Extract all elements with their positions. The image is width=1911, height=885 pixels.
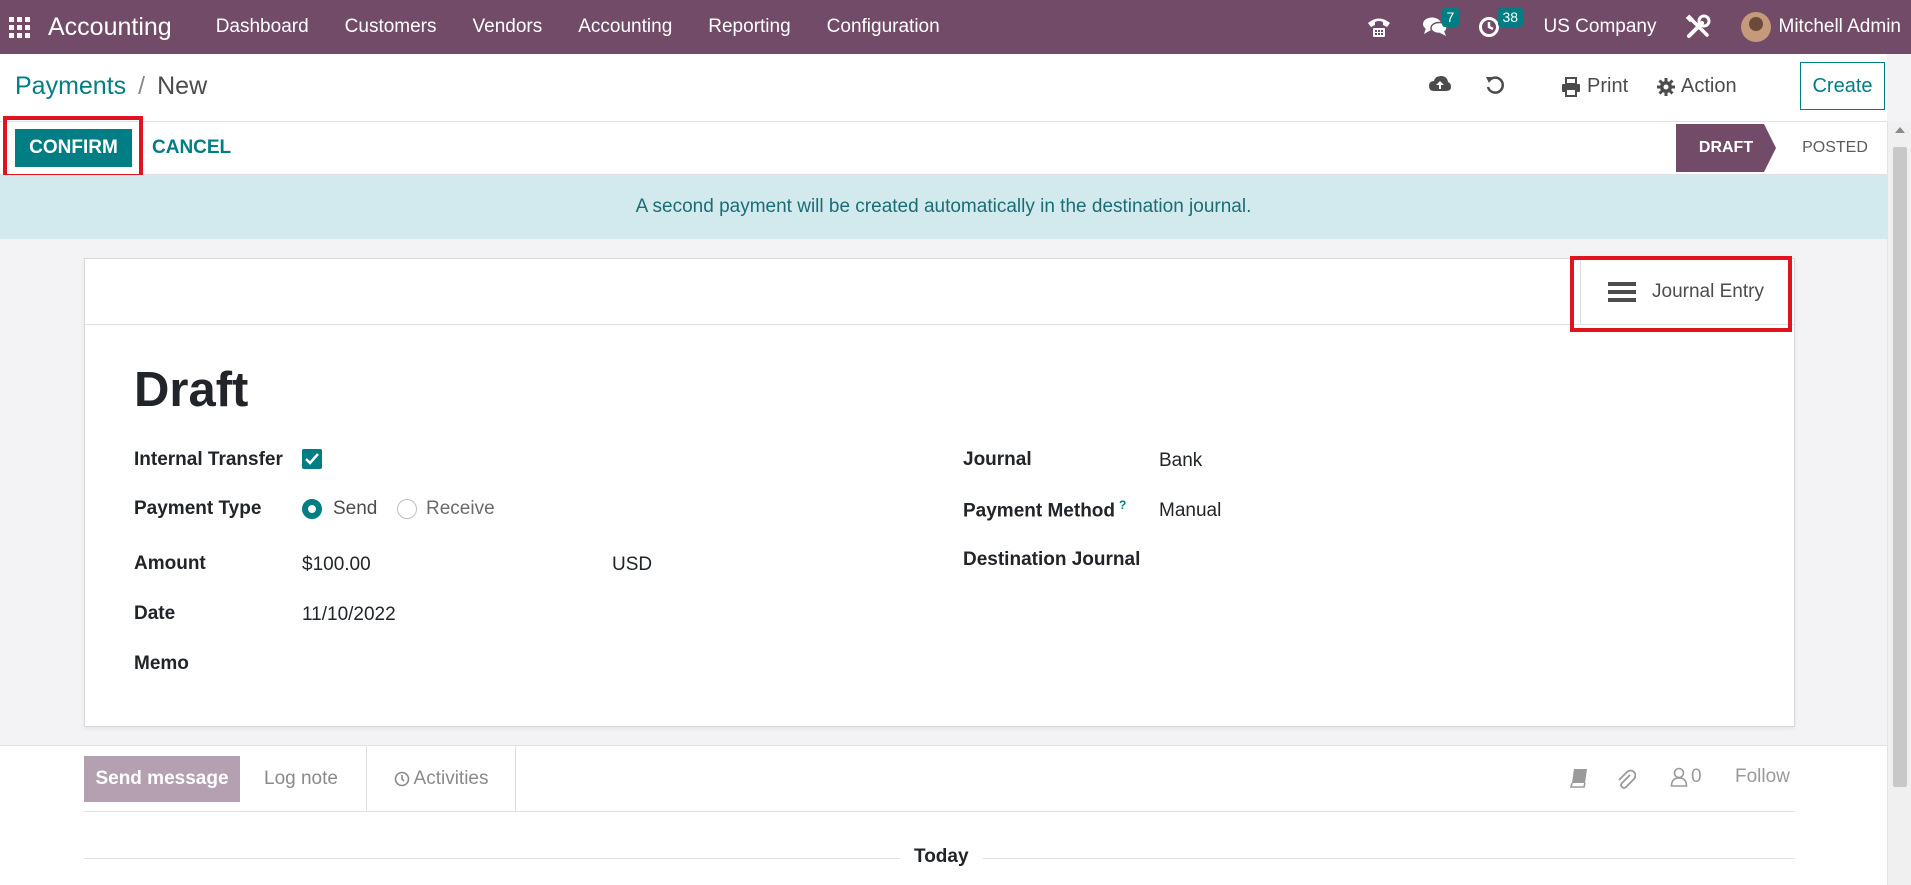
follow-button[interactable]: Follow: [1735, 766, 1790, 788]
payment-method-label-text: Payment Method: [963, 500, 1116, 522]
status-bar: CONFIRM CANCEL DRAFT POSTED: [0, 116, 1887, 178]
breadcrumb-current: New: [157, 72, 208, 100]
check-icon: [305, 453, 319, 465]
internal-transfer-checkbox[interactable]: [302, 449, 322, 469]
breadcrumb-separator: /: [138, 72, 146, 100]
date-field[interactable]: 11/10/2022: [302, 604, 396, 626]
activities-label: Activities: [413, 768, 489, 789]
print-button[interactable]: Print: [1561, 75, 1628, 98]
user-name: Mitchell Admin: [1778, 16, 1902, 37]
memo-label: Memo: [134, 653, 189, 674]
activities-badge: 38: [1497, 8, 1524, 27]
alert-text: A second payment will be created automat…: [635, 196, 1252, 217]
breadcrumb: Payments / New: [15, 72, 207, 101]
amount-field[interactable]: $100.00: [302, 554, 371, 576]
menu-customers[interactable]: Customers: [327, 0, 455, 54]
clock-icon: [394, 771, 409, 787]
form-sheet: Journal Entry Draft Internal Transfer Pa…: [84, 256, 1795, 727]
menu-configuration[interactable]: Configuration: [809, 0, 958, 54]
action-button[interactable]: Action: [1657, 75, 1737, 98]
followers-count: 0: [1691, 766, 1702, 787]
avatar: [1740, 12, 1771, 42]
currency-field[interactable]: USD: [612, 554, 652, 576]
cloud-upload-icon[interactable]: [1428, 74, 1452, 101]
menu-accounting[interactable]: Accounting: [560, 0, 690, 54]
payment-type-receive-label: Receive: [426, 498, 495, 519]
internal-transfer-label: Internal Transfer: [134, 449, 283, 470]
messages-button[interactable]: 7: [1422, 8, 1460, 38]
activities-button[interactable]: 38: [1478, 8, 1524, 38]
undo-icon[interactable]: [1484, 74, 1506, 101]
top-navbar: Accounting Dashboard Customers Vendors A…: [0, 0, 1911, 54]
page-scrollbar[interactable]: [1887, 122, 1911, 885]
memo-field[interactable]: [302, 653, 802, 677]
clock-icon: [1478, 17, 1499, 37]
stage-draft[interactable]: DRAFT: [1676, 124, 1776, 172]
smart-button-box: Journal Entry: [85, 256, 1794, 332]
activities-button[interactable]: Activities: [366, 746, 516, 812]
gear-icon: [1657, 77, 1675, 96]
create-button[interactable]: Create: [1800, 62, 1885, 110]
chatter: Send message Log note Activities 0 Follo…: [0, 745, 1887, 885]
payment-type-receive-radio[interactable]: [397, 499, 417, 519]
payment-type-send-label: Send: [333, 498, 378, 519]
today-label: Today: [900, 846, 983, 868]
journal-entry-button[interactable]: Journal Entry: [1580, 259, 1793, 325]
control-panel: Payments / New Print Action Create: [0, 54, 1887, 122]
book-icon[interactable]: [1569, 768, 1588, 793]
apps-menu-icon[interactable]: [8, 16, 30, 38]
log-note-button[interactable]: Log note: [264, 756, 338, 802]
amount-label: Amount: [134, 553, 206, 574]
payment-method-label: Payment Method?: [963, 498, 1126, 522]
help-tooltip-icon[interactable]: ?: [1119, 498, 1126, 512]
payment-type-send-radio[interactable]: [302, 499, 322, 519]
date-label: Date: [134, 603, 176, 624]
stage-posted[interactable]: POSTED: [1790, 124, 1880, 172]
destination-journal-field[interactable]: [1159, 549, 1719, 573]
list-icon: [1608, 282, 1636, 302]
tools-icon[interactable]: [1685, 14, 1711, 40]
followers-button[interactable]: 0: [1670, 766, 1702, 788]
action-label: Action: [1681, 75, 1737, 97]
journal-field[interactable]: Bank: [1159, 450, 1202, 472]
breadcrumb-payments[interactable]: Payments: [15, 72, 126, 101]
payment-method-field[interactable]: Manual: [1159, 500, 1221, 522]
confirm-button[interactable]: CONFIRM: [15, 129, 132, 167]
app-name[interactable]: Accounting: [48, 13, 172, 42]
messages-badge: 7: [1441, 8, 1460, 27]
paperclip-icon[interactable]: [1616, 768, 1637, 795]
print-label: Print: [1587, 75, 1629, 97]
journal-label: Journal: [963, 449, 1032, 470]
menu-dashboard[interactable]: Dashboard: [198, 0, 327, 54]
cancel-button[interactable]: CANCEL: [152, 129, 231, 167]
company-switcher[interactable]: US Company: [1544, 16, 1657, 38]
print-icon: [1562, 76, 1580, 97]
record-title: Draft: [134, 363, 249, 417]
payment-type-label: Payment Type: [134, 498, 262, 519]
chatter-topbar: Send message Log note Activities 0 Follo…: [84, 746, 1795, 812]
info-alert: A second payment will be created automat…: [0, 175, 1887, 239]
destination-journal-label: Destination Journal: [963, 549, 1141, 570]
menu-vendors[interactable]: Vendors: [455, 0, 561, 54]
phone-icon[interactable]: [1366, 15, 1392, 39]
send-message-button[interactable]: Send message: [84, 756, 240, 802]
menu-reporting[interactable]: Reporting: [690, 0, 808, 54]
scroll-thumb[interactable]: [1893, 147, 1907, 787]
user-icon: [1670, 767, 1688, 787]
journal-entry-label: Journal Entry: [1652, 281, 1764, 302]
scroll-up-arrow[interactable]: [1895, 127, 1905, 133]
user-menu[interactable]: Mitchell Admin: [1740, 12, 1902, 42]
